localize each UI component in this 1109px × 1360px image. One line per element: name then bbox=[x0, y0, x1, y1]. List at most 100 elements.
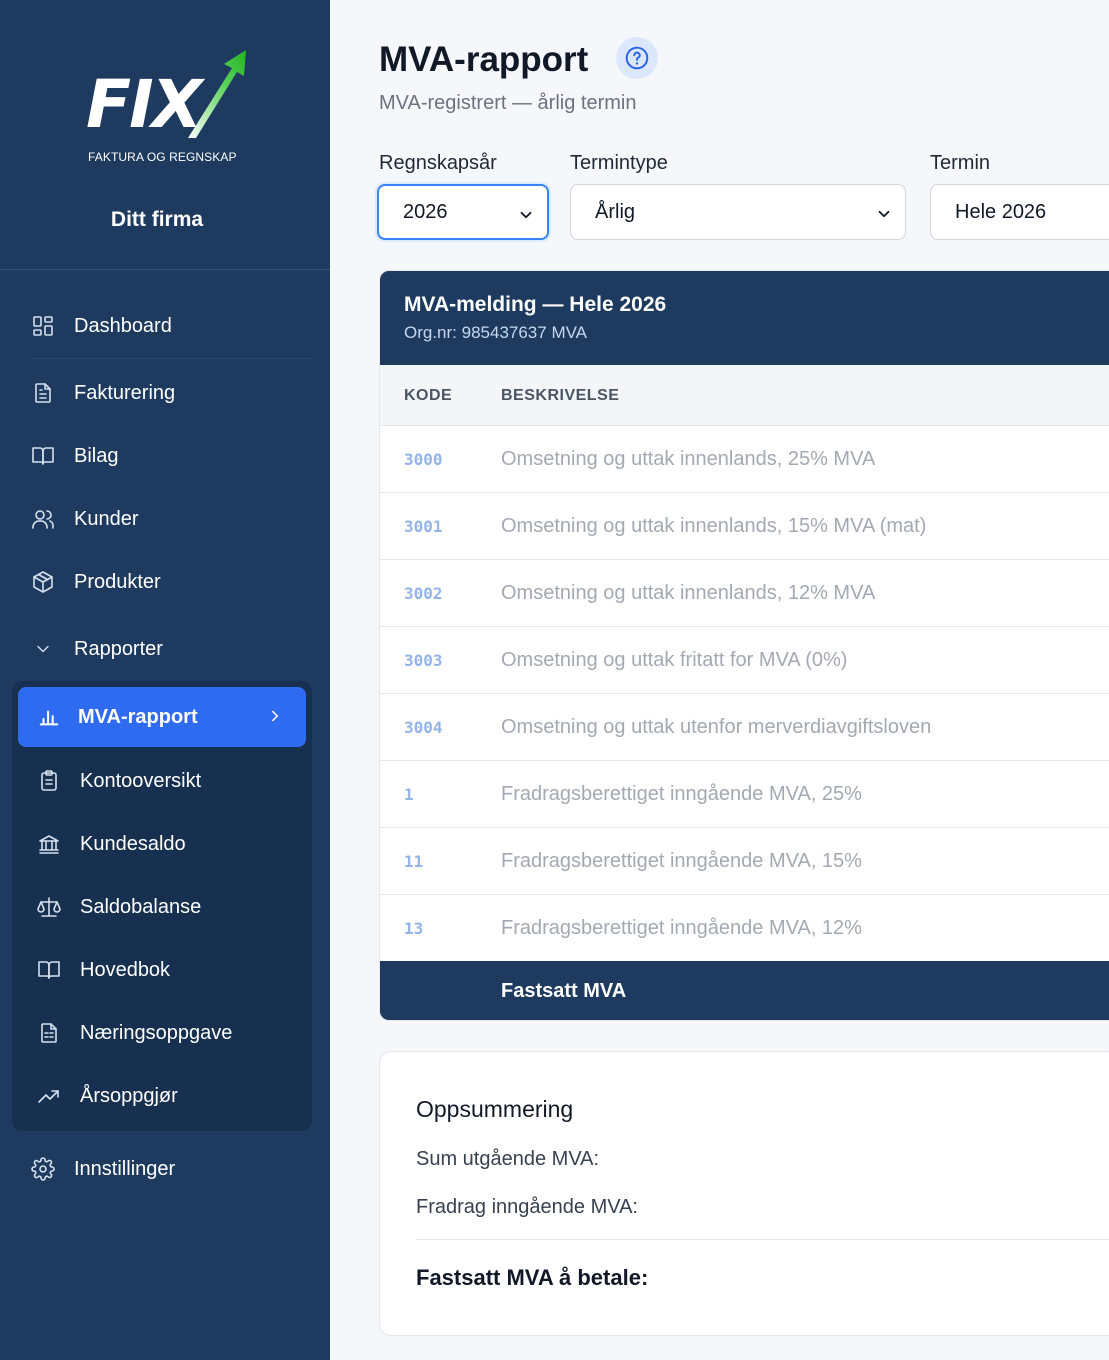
row-description: Fradragsberettiget inngående MVA, 25% bbox=[501, 783, 862, 805]
row-description: Fradragsberettiget inngående MVA, 12% bbox=[501, 917, 862, 939]
nav-item-saldobalanse[interactable]: Saldobalanse bbox=[36, 887, 201, 927]
book-open-icon bbox=[36, 957, 62, 983]
nav-label: Årsoppgjør bbox=[80, 1084, 178, 1107]
year-select-value: 2026 bbox=[403, 200, 448, 223]
year-label: Regnskapsår bbox=[379, 152, 497, 174]
table-row: 1 Fradragsberettiget inngående MVA, 25% bbox=[380, 761, 1109, 828]
main-content: MVA-rapport MVA-registrert — årlig termi… bbox=[330, 0, 1109, 1360]
summary-output-vat: Sum utgående MVA: bbox=[416, 1148, 600, 1170]
logo-tagline: FAKTURA OG REGNSKAP bbox=[88, 150, 237, 164]
row-code: 3000 bbox=[404, 450, 443, 469]
nav-item-fakturering[interactable]: Fakturering bbox=[30, 373, 175, 413]
nav-label: Saldobalanse bbox=[80, 895, 202, 918]
table-footer: Fastsatt MVA bbox=[380, 961, 1109, 1020]
report-title: MVA-melding — Hele 2026 bbox=[404, 293, 667, 316]
book-open-icon bbox=[30, 443, 56, 469]
row-code: 13 bbox=[404, 919, 424, 938]
chevron-down-icon bbox=[30, 636, 56, 662]
term-type-select-value: Årlig bbox=[595, 200, 636, 223]
trending-up-icon bbox=[36, 1083, 62, 1109]
footer-label: Fastsatt MVA bbox=[501, 980, 627, 1002]
brand-area: FIX FAKTURA OG REGNSKAP Ditt firma bbox=[0, 0, 330, 270]
chevron-down-icon bbox=[878, 210, 890, 218]
nav-label: Kundesaldo bbox=[80, 832, 186, 855]
summary-divider bbox=[416, 1239, 1109, 1240]
year-select[interactable]: 2026 bbox=[377, 184, 549, 240]
nav-label: Produkter bbox=[74, 570, 161, 593]
nav-item-kontooversikt[interactable]: Kontooversikt bbox=[36, 761, 201, 801]
column-header-code: KODE bbox=[404, 387, 453, 404]
nav-item-arsoppgjor[interactable]: Årsoppgjør bbox=[36, 1076, 178, 1116]
gear-icon bbox=[30, 1156, 56, 1182]
scale-icon bbox=[36, 894, 62, 920]
row-code: 3001 bbox=[404, 517, 443, 536]
nav-item-kunder[interactable]: Kunder bbox=[30, 499, 139, 539]
summary-card: Oppsummering Sum utgående MVA: Fradrag i… bbox=[379, 1051, 1109, 1336]
summary-title: Oppsummering bbox=[416, 1096, 574, 1122]
logo-text: FIX bbox=[86, 66, 203, 143]
row-description: Omsetning og uttak innenlands, 12% MVA bbox=[501, 582, 876, 604]
nav-label: Bilag bbox=[74, 444, 119, 467]
nav-item-hovedbok[interactable]: Hovedbok bbox=[36, 950, 170, 990]
row-code: 11 bbox=[404, 852, 424, 871]
row-description: Fradragsberettiget inngående MVA, 15% bbox=[501, 850, 862, 872]
table-row: 3003 Omsetning og uttak fritatt for MVA … bbox=[380, 627, 1109, 694]
spreadsheet-icon bbox=[36, 1020, 62, 1046]
help-button[interactable] bbox=[616, 37, 658, 79]
nav-item-dashboard[interactable]: Dashboard bbox=[30, 306, 172, 346]
row-code: 3004 bbox=[404, 718, 443, 737]
term-label: Termin bbox=[930, 152, 991, 174]
nav-label: Fakturering bbox=[74, 381, 176, 404]
table-row: 3001 Omsetning og uttak innenlands, 15% … bbox=[380, 493, 1109, 560]
chevron-down-icon bbox=[520, 211, 532, 219]
users-icon bbox=[30, 506, 56, 532]
nav-divider bbox=[30, 358, 314, 359]
report-header: MVA-melding — Hele 2026 Org.nr: 98543763… bbox=[380, 271, 1109, 365]
org-number: Org.nr: 985437637 MVA bbox=[404, 323, 588, 342]
nav-label: Hovedbok bbox=[80, 958, 171, 981]
nav-item-naeringsoppgave[interactable]: Næringsoppgave bbox=[36, 1013, 232, 1053]
row-description: Omsetning og uttak utenfor merverdiavgif… bbox=[501, 716, 932, 738]
help-icon bbox=[625, 46, 649, 70]
page-title: MVA-rapport bbox=[379, 40, 589, 79]
term-select-value: Hele 2026 bbox=[955, 200, 1047, 223]
nav-item-kundesaldo[interactable]: Kundesaldo bbox=[36, 824, 186, 864]
nav-item-produkter[interactable]: Produkter bbox=[30, 562, 161, 602]
nav-item-rapporter[interactable]: Rapporter bbox=[30, 629, 163, 669]
nav-item-bilag[interactable]: Bilag bbox=[30, 436, 118, 476]
term-type-label: Termintype bbox=[570, 152, 668, 174]
nav-label: Innstillinger bbox=[74, 1157, 176, 1180]
table-row: 11 Fradragsberettiget inngående MVA, 15% bbox=[380, 828, 1109, 895]
row-code: 1 bbox=[404, 785, 414, 804]
chevron-right-icon bbox=[272, 710, 279, 722]
summary-input-vat: Fradrag inngående MVA: bbox=[416, 1196, 638, 1218]
nav-label: Kunder bbox=[74, 507, 139, 530]
bar-chart-icon bbox=[36, 704, 62, 730]
table-row: 13 Fradragsberettiget inngående MVA, 12% bbox=[380, 895, 1109, 962]
logo[interactable]: FIX FAKTURA OG REGNSKAP bbox=[84, 46, 254, 164]
nav-item-mva-rapport[interactable]: MVA-rapport bbox=[18, 687, 306, 747]
row-code: 3002 bbox=[404, 584, 443, 603]
nav-label: Dashboard bbox=[74, 314, 172, 337]
clipboard-icon bbox=[36, 768, 62, 794]
document-icon bbox=[30, 380, 56, 406]
sidebar: FIX FAKTURA OG REGNSKAP Ditt firma Dashb… bbox=[0, 0, 330, 1360]
row-description: Omsetning og uttak innenlands, 15% MVA (… bbox=[501, 515, 927, 537]
vat-report-table: MVA-melding — Hele 2026 Org.nr: 98543763… bbox=[379, 270, 1109, 1021]
company-name: Ditt firma bbox=[110, 208, 204, 231]
page-subtitle: MVA-registrert — årlig termin bbox=[379, 92, 637, 114]
bank-icon bbox=[36, 831, 62, 857]
summary-total: Fastsatt MVA å betale: bbox=[416, 1265, 649, 1290]
term-type-select[interactable]: Årlig bbox=[570, 184, 906, 240]
package-icon bbox=[30, 569, 56, 595]
term-select[interactable]: Hele 2026 bbox=[930, 184, 1109, 240]
column-header-description: BESKRIVELSE bbox=[501, 387, 620, 404]
table-row: 3004 Omsetning og uttak utenfor merverdi… bbox=[380, 694, 1109, 761]
nav-item-innstillinger[interactable]: Innstillinger bbox=[30, 1149, 175, 1189]
table-row: 3000 Omsetning og uttak innenlands, 25% … bbox=[380, 426, 1109, 493]
row-description: Omsetning og uttak fritatt for MVA (0%) bbox=[501, 649, 848, 671]
dashboard-icon bbox=[30, 313, 56, 339]
nav-label: Kontooversikt bbox=[80, 769, 202, 792]
nav-label: Rapporter bbox=[74, 637, 163, 660]
row-code: 3003 bbox=[404, 651, 443, 670]
